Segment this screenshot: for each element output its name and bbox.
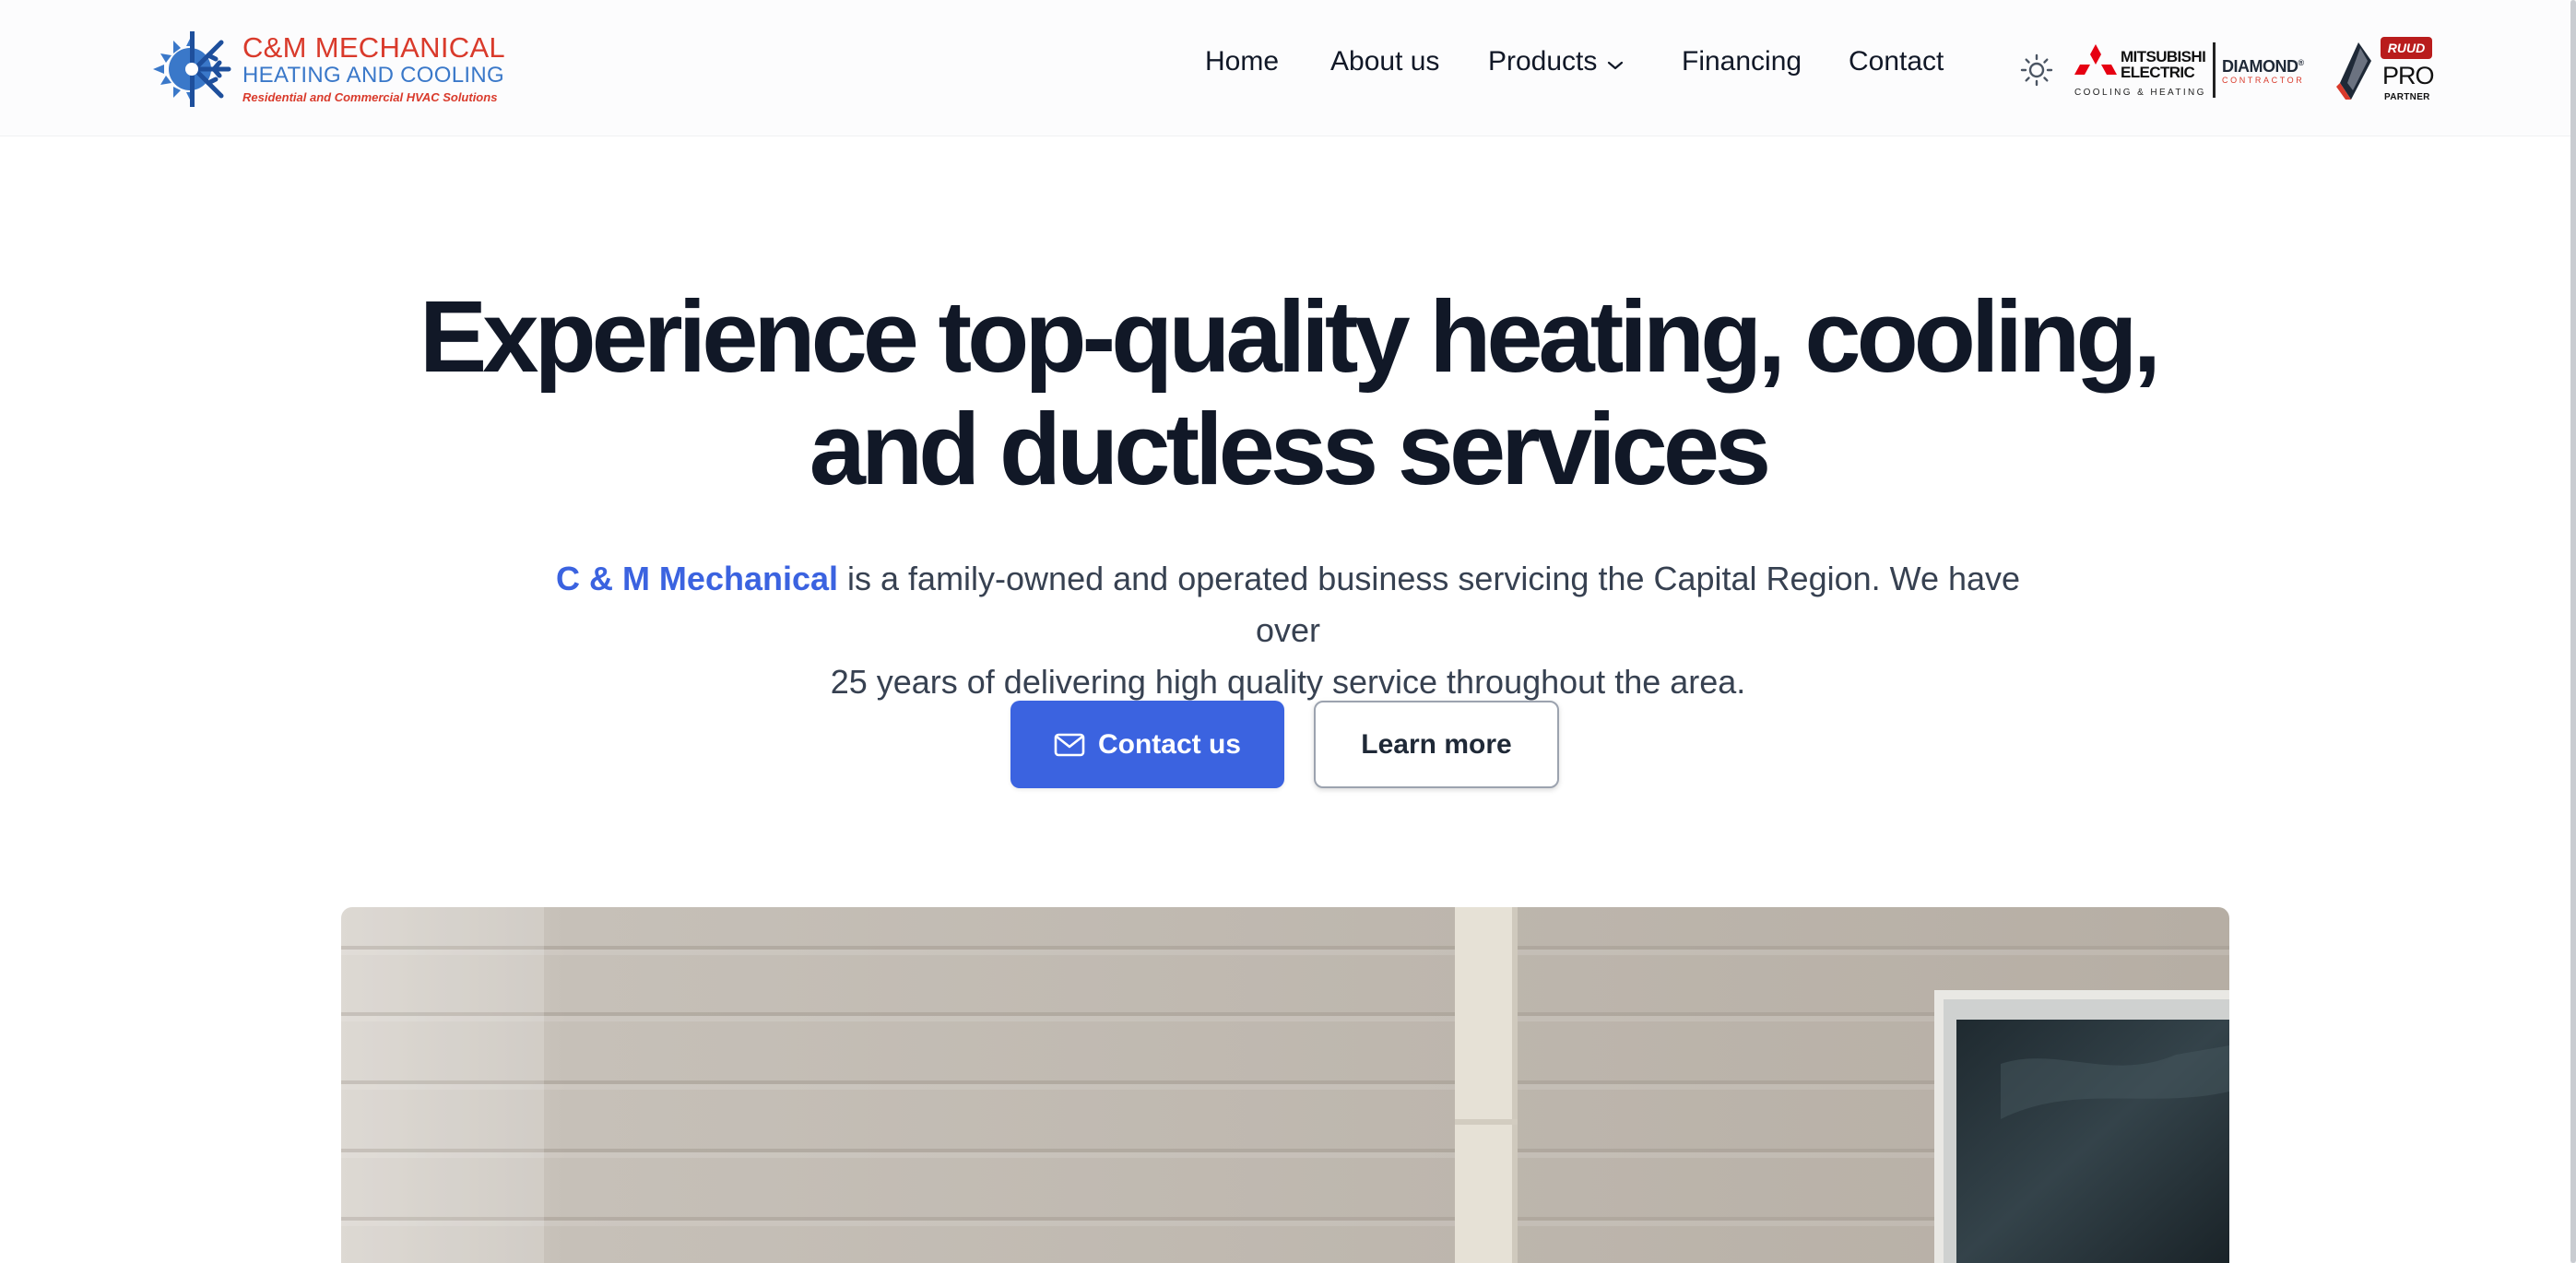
nav-item-financing[interactable]: Financing [1682, 46, 1802, 77]
brand-name-line2: HEATING AND COOLING [242, 63, 504, 88]
learn-more-button[interactable]: Learn more [1314, 701, 1559, 788]
hero-subtitle-line2: 25 years of delivering high quality serv… [830, 663, 1746, 701]
nav-item-products-label: Products [1488, 46, 1598, 77]
brand-tagline: Residential and Commercial HVAC Solution… [242, 90, 498, 104]
hero-title-line2: and ductless services [809, 393, 1771, 506]
house-siding-illustration [341, 907, 2229, 1263]
hero-title-line1: Experience top-quality heating, cooling, [419, 280, 2161, 394]
contact-us-button[interactable]: Contact us [1010, 701, 1284, 788]
theme-toggle-button[interactable] [2019, 53, 2054, 88]
ruud-badge: RUUD [2381, 37, 2432, 59]
diamond-contractor-subtitle: CONTRACTOR [2222, 76, 2305, 85]
mitsubishi-diamonds-icon [2074, 44, 2117, 75]
nav-item-products[interactable]: Products [1488, 46, 1625, 78]
pro-partner-partner: PARTNER [2384, 92, 2430, 102]
hero-subtitle: C & M Mechanical is a family-owned and o… [550, 553, 2026, 708]
snowflake-sun-logo-icon [153, 31, 231, 107]
mail-icon [1054, 733, 1085, 756]
registered-mark: ® [2298, 58, 2305, 67]
mitsubishi-subtitle: COOLING & HEATING [2074, 88, 2206, 98]
hero-title: Experience top-quality heating, cooling,… [0, 281, 2576, 506]
diamond-contractor-word: DIAMOND [2222, 57, 2298, 76]
hero-subtitle-line1: is a family-owned and operated business … [838, 560, 2021, 649]
diamond-contractor-name: DIAMOND® [2222, 57, 2304, 77]
page-scrollbar-thumb[interactable] [2570, 0, 2576, 1263]
nav-item-about-us[interactable]: About us [1330, 46, 1439, 77]
contact-us-label: Contact us [1097, 728, 1241, 760]
page-scrollbar-track[interactable] [2570, 0, 2576, 1263]
hero-photo-house-siding [341, 907, 2229, 1263]
diamond-contractor-mark-icon [2336, 42, 2371, 100]
chevron-down-icon [1606, 47, 1625, 78]
sun-icon [2020, 53, 2053, 87]
partner-logos: MITSUBISHI ELECTRIC COOLING & HEATING DI… [2074, 37, 2438, 106]
nav-item-home[interactable]: Home [1205, 46, 1279, 77]
mitsubishi-name-line1: MITSUBISHI [2121, 48, 2206, 65]
nav-item-contact[interactable]: Contact [1849, 46, 1944, 77]
pro-partner-pro: PRO [2382, 62, 2435, 89]
site-header: C&M MECHANICAL HEATING AND COOLING Resid… [0, 0, 2570, 136]
brand-logo[interactable]: C&M MECHANICAL HEATING AND COOLING Resid… [149, 26, 505, 112]
company-name-highlight: C & M Mechanical [555, 560, 839, 597]
partner-divider [2213, 42, 2216, 98]
brand-name-line1: C&M MECHANICAL [242, 31, 505, 64]
mitsubishi-name-line2: ELECTRIC [2121, 64, 2195, 81]
